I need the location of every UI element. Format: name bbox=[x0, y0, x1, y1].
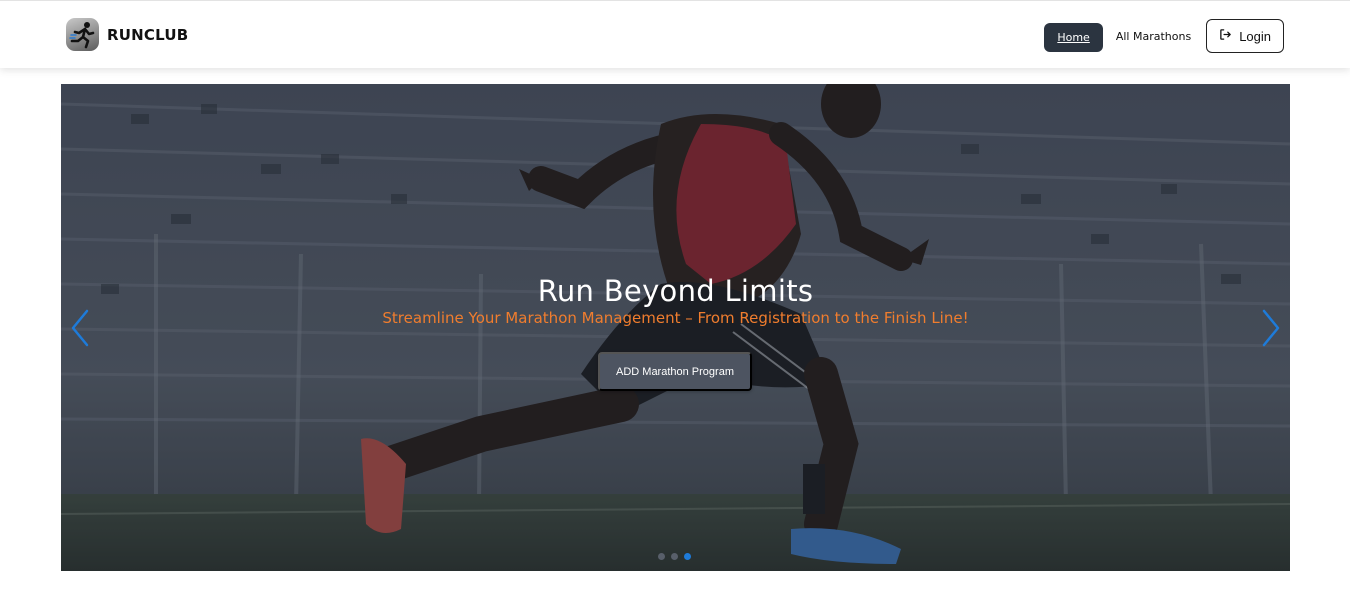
login-icon bbox=[1219, 28, 1232, 44]
nav-all-marathons-link[interactable]: All Marathons bbox=[1116, 30, 1191, 43]
hero-carousel: Run Beyond Limits Streamline Your Marath… bbox=[61, 84, 1290, 571]
nav-links: Home All Marathons Login bbox=[1044, 19, 1284, 53]
runner-icon bbox=[66, 18, 99, 51]
chevron-right-icon bbox=[1258, 309, 1284, 352]
hero-title: Run Beyond Limits bbox=[537, 274, 814, 308]
add-marathon-program-button[interactable]: ADD Marathon Program bbox=[598, 352, 752, 391]
carousel-next-button[interactable] bbox=[1258, 308, 1284, 348]
nav-home-link[interactable]: Home bbox=[1044, 22, 1103, 52]
carousel-dot[interactable] bbox=[671, 553, 678, 560]
chevron-left-icon bbox=[67, 309, 93, 352]
hero-subtitle: Streamline Your Marathon Management – Fr… bbox=[382, 309, 969, 327]
carousel-prev-button[interactable] bbox=[67, 308, 93, 348]
login-button[interactable]: Login bbox=[1206, 19, 1284, 53]
hero-overlay bbox=[61, 84, 1290, 571]
brand-name: RUNCLUB bbox=[107, 25, 189, 44]
navbar: RUNCLUB Home All Marathons Login bbox=[0, 0, 1350, 68]
carousel-dot[interactable] bbox=[658, 553, 665, 560]
carousel-pagination bbox=[658, 553, 691, 560]
brand[interactable]: RUNCLUB bbox=[66, 18, 188, 51]
login-label: Login bbox=[1239, 28, 1271, 44]
carousel-dot-active[interactable] bbox=[684, 553, 691, 560]
